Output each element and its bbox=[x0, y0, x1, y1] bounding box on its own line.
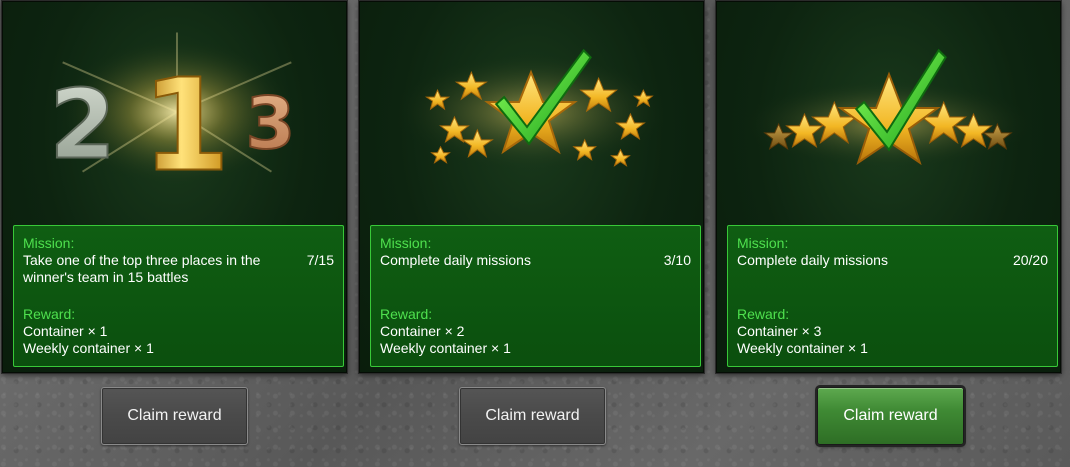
reward-item: Container × 1 bbox=[23, 323, 108, 339]
digit-3: 3 bbox=[246, 82, 296, 165]
digit-2: 2 bbox=[49, 69, 115, 181]
mission-info-panel: Mission: Complete daily missions 20/20 R… bbox=[727, 225, 1058, 367]
mission-label: Mission: bbox=[23, 235, 75, 251]
reward-item: Weekly container × 1 bbox=[23, 340, 154, 356]
podium-1-2-3-icon: 2 3 1 bbox=[3, 2, 346, 224]
mission-progress: 7/15 bbox=[306, 252, 334, 268]
reward-item: Weekly container × 1 bbox=[737, 340, 868, 356]
mission-card-2: Mission: Complete daily missions 3/10 Re… bbox=[359, 1, 704, 373]
star-burst-check-icon bbox=[360, 2, 703, 224]
reward-label: Reward: bbox=[380, 306, 433, 322]
mission-label: Mission: bbox=[737, 235, 789, 251]
reward-item: Weekly container × 1 bbox=[380, 340, 511, 356]
reward-label: Reward: bbox=[23, 306, 76, 322]
mission-text: Complete daily missions bbox=[737, 252, 888, 268]
reward-item: Container × 3 bbox=[737, 323, 822, 339]
digit-1: 1 bbox=[142, 53, 231, 201]
mission-progress: 20/20 bbox=[1012, 252, 1048, 268]
mission-progress: 3/10 bbox=[663, 252, 691, 268]
claim-reward-button-1[interactable]: Claim reward bbox=[101, 387, 248, 445]
reward-item: Container × 2 bbox=[380, 323, 465, 339]
star-row-check-icon bbox=[717, 2, 1060, 224]
reward-label: Reward: bbox=[737, 306, 790, 322]
mission-info-panel: Mission: Complete daily missions 3/10 Re… bbox=[370, 225, 701, 367]
claim-reward-button-3[interactable]: Claim reward bbox=[817, 387, 964, 445]
mission-text: Take one of the top three places in the … bbox=[23, 252, 261, 285]
mission-card-3: Mission: Complete daily missions 20/20 R… bbox=[716, 1, 1061, 373]
mission-text: Complete daily missions bbox=[380, 252, 531, 268]
mission-info-panel: Mission: Take one of the top three place… bbox=[13, 225, 344, 367]
claim-reward-button-2[interactable]: Claim reward bbox=[459, 387, 606, 445]
mission-card-1: 2 3 1 Mission: Take one of the top three… bbox=[2, 1, 347, 373]
mission-label: Mission: bbox=[380, 235, 432, 251]
